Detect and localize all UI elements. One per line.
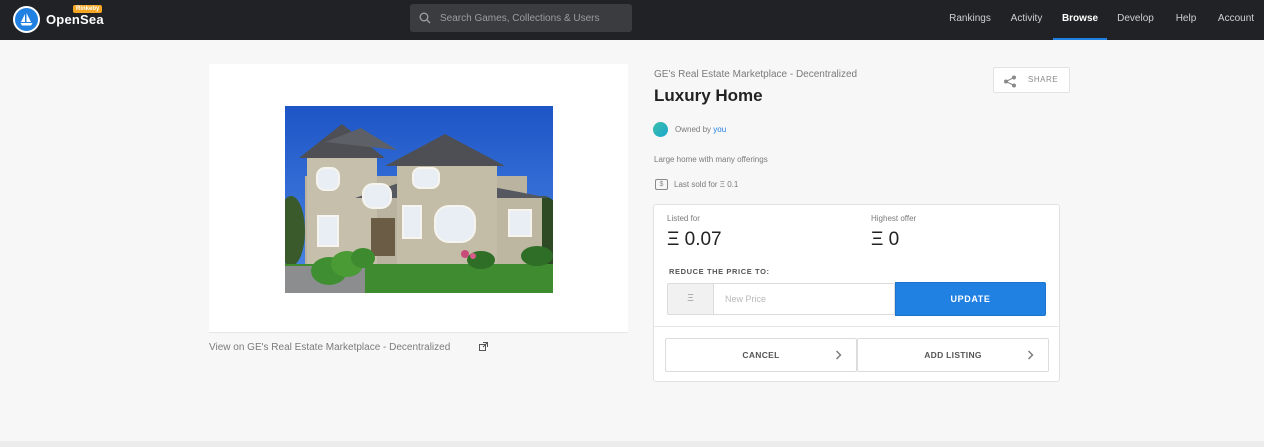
nav-activity[interactable]: Activity	[1000, 0, 1053, 40]
share-button[interactable]: SHARE	[993, 67, 1070, 93]
asset-image-card	[209, 64, 628, 333]
cancel-listing-button[interactable]: CANCEL	[665, 338, 857, 372]
asset-image[interactable]	[285, 106, 553, 293]
search-icon	[419, 12, 431, 24]
add-listing-label: ADD LISTING	[924, 350, 982, 360]
highest-offer-value: Ξ 0	[871, 229, 900, 250]
asset-description: Large home with many offerings	[654, 155, 768, 164]
update-button[interactable]: UPDATE	[895, 282, 1046, 316]
nav-account[interactable]: Account	[1208, 0, 1264, 40]
add-listing-button[interactable]: ADD LISTING	[857, 338, 1049, 372]
share-label: SHARE	[1028, 75, 1059, 84]
brand-name[interactable]: OpenSea	[46, 12, 104, 27]
collection-name[interactable]: GE's Real Estate Marketplace - Decentral…	[654, 69, 857, 80]
search-input[interactable]	[440, 4, 628, 32]
network-badge: Rinkeby	[73, 5, 103, 13]
chevron-right-icon	[1028, 350, 1034, 360]
listed-for-label: Listed for	[667, 214, 700, 223]
cancel-label: CANCEL	[742, 350, 780, 360]
owner-link[interactable]: you	[713, 125, 726, 134]
nav-browse[interactable]: Browse	[1053, 0, 1107, 40]
new-price-input[interactable]	[713, 283, 895, 315]
share-icon	[1004, 75, 1016, 88]
owned-by-prefix: Owned by	[675, 125, 712, 134]
asset-title: Luxury Home	[654, 86, 763, 105]
dollar-bill-icon: $	[655, 179, 668, 190]
nav-rankings[interactable]: Rankings	[940, 0, 1000, 40]
reduce-price-label: REDUCE THE PRICE TO:	[669, 267, 770, 276]
nav-develop[interactable]: Develop	[1107, 0, 1164, 40]
top-navbar: OpenSea Rinkeby Rankings Activity Browse…	[0, 0, 1264, 40]
nav-help[interactable]: Help	[1164, 0, 1208, 40]
view-on-marketplace-link[interactable]: View on GE's Real Estate Marketplace - D…	[209, 342, 450, 353]
external-link-icon[interactable]	[479, 342, 488, 351]
currency-prefix: Ξ	[667, 283, 713, 315]
highest-offer-label: Highest offer	[871, 214, 917, 223]
panel-divider	[654, 326, 1059, 327]
owner-avatar[interactable]	[653, 122, 668, 137]
listed-price: Ξ 0.07	[667, 229, 722, 250]
opensea-logo-icon[interactable]	[13, 6, 40, 33]
last-sold-text: Last sold for Ξ 0.1	[674, 180, 739, 189]
owned-by-text: Owned by you	[675, 125, 726, 134]
footer-divider	[0, 441, 1264, 447]
chevron-right-icon	[836, 350, 842, 360]
search-box[interactable]	[410, 4, 632, 32]
